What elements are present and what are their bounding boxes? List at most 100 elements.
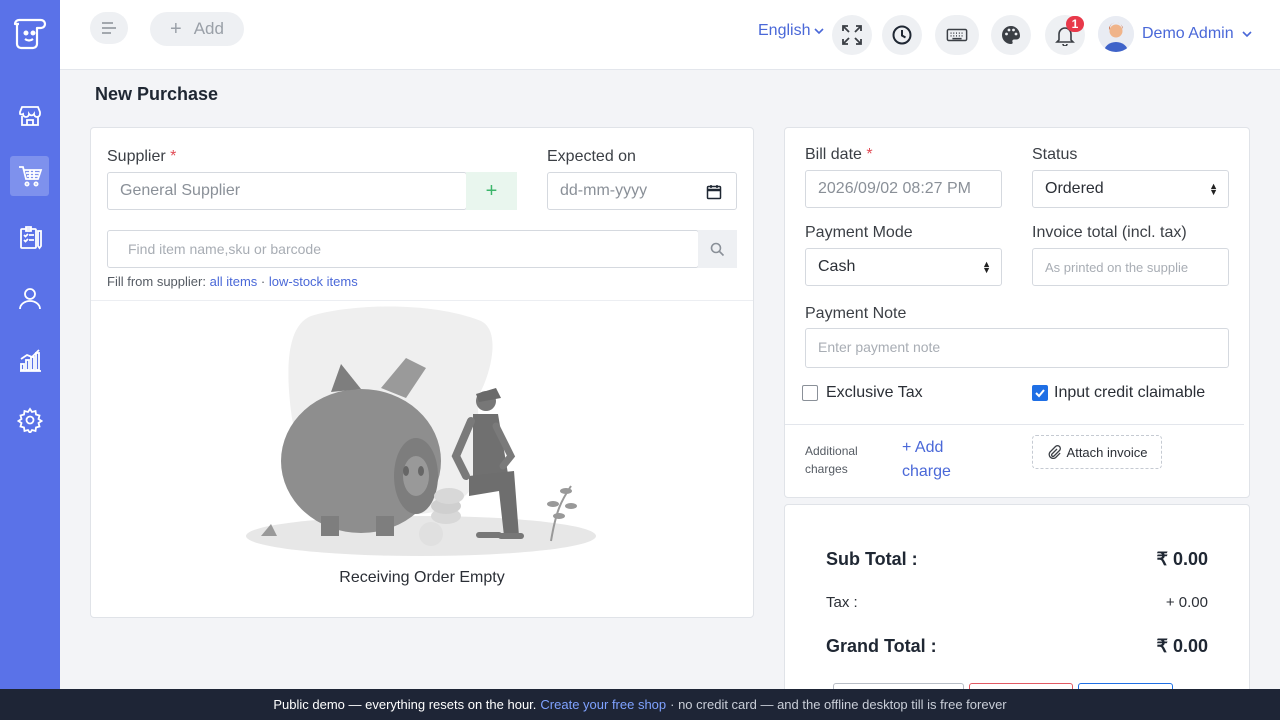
bill-date-label: Bill date * [805,146,873,164]
add-charge-button[interactable]: + Add charge [902,436,982,484]
payment-note-textarea[interactable]: Enter payment note [805,328,1229,368]
bill-details-card: Bill date * 2026/09/02 08:27 PM Status O… [784,127,1250,498]
fill-from-supplier: Fill from supplier: all items · low-stoc… [107,274,358,289]
theme-button[interactable] [991,15,1031,55]
empty-state-text: Receiving Order Empty [339,569,505,586]
sub-total-row: Sub Total : ₹ 0.00 [826,549,1208,570]
payment-mode-value: Cash [818,258,856,275]
expected-on-label: Expected on [547,148,636,165]
banner-text: Public demo — everything resets on the h… [273,697,537,712]
grand-total-row: Grand Total : ₹ 0.00 [826,636,1208,657]
tax-value: + 0.00 [1165,594,1208,611]
user-name: Demo Admin [1142,25,1234,42]
exclusive-tax-label: Exclusive Tax [826,384,923,401]
paperclip-icon [1048,445,1061,459]
bill-date-label-text: Bill date [805,146,862,163]
app-logo[interactable] [11,14,49,50]
required-mark: * [866,146,873,163]
item-search-input[interactable]: Find item name,sku or barcode [107,230,699,268]
receiving-order-card: Supplier * General Supplier + Expected o… [90,127,754,618]
sidebar [0,0,60,720]
quick-add-button[interactable]: + Add [150,12,244,46]
quick-add-label: Add [193,19,224,38]
invoice-total-placeholder: As printed on the supplie [1045,259,1189,275]
invoice-total-input[interactable]: As printed on the supplie [1032,248,1229,286]
notification-badge: 1 [1066,16,1084,32]
attach-invoice-button[interactable]: Attach invoice [1032,435,1162,469]
gear-icon [16,407,43,433]
fill-prefix: Fill from supplier: [107,274,206,289]
chevron-down-icon [814,28,825,35]
payment-note-label: Payment Note [805,305,907,322]
payment-note-placeholder: Enter payment note [818,339,941,355]
empty-piggy-bank-illustration [246,306,596,556]
clipboard-icon [19,226,42,250]
language-label: English [758,22,811,39]
menu-toggle-button[interactable] [90,12,128,44]
sidebar-item-purchase[interactable] [10,156,49,196]
payment-mode-label: Payment Mode [805,224,913,241]
chevron-down-icon [1242,31,1252,38]
input-credit-label: Input credit claimable [1054,384,1206,401]
exclusive-tax-checkbox[interactable]: Exclusive Tax [802,384,923,402]
divider [785,424,1244,425]
top-header: + Add English 1 Demo Admin [60,0,1280,70]
notifications-button[interactable]: 1 [1045,15,1085,55]
store-icon [18,106,41,126]
invoice-total-label: Invoice total (incl. tax) [1032,224,1187,241]
fullscreen-button[interactable] [832,15,872,55]
sidebar-item-store[interactable] [10,96,49,136]
keyboard-icon [946,28,968,42]
language-selector[interactable]: English [758,22,825,40]
palette-icon [1002,26,1020,44]
plus-icon: + [170,18,182,40]
expected-date-field[interactable]: dd-mm-yyyy [547,172,737,210]
grand-total-value: ₹ 0.00 [1156,636,1209,656]
select-arrows-icon: ▲ ▼ [1209,181,1218,197]
sub-total-label: Sub Total : [826,549,918,569]
fill-all-items-link[interactable]: all items [210,274,258,289]
input-credit-checkbox[interactable]: Input credit claimable [1032,384,1205,402]
analytics-icon [19,349,41,372]
divider [91,300,753,301]
supplier-field[interactable]: General Supplier [107,172,467,210]
payment-mode-select[interactable]: Cash ▲ ▼ [805,248,1002,286]
demo-banner: Public demo — everything resets on the h… [0,689,1280,720]
sidebar-item-orders[interactable] [10,218,49,258]
create-shop-link[interactable]: Create your free shop [540,697,666,712]
fill-low-stock-link[interactable]: low-stock items [269,274,358,289]
user-menu[interactable]: Demo Admin [1098,16,1252,52]
clock-icon [892,25,912,45]
checkbox-checked[interactable] [1032,385,1048,401]
checkbox-unchecked[interactable] [802,385,818,401]
item-search-placeholder: Find item name,sku or barcode [128,241,321,257]
supplier-value: General Supplier [120,182,241,199]
item-search-button[interactable] [698,230,737,268]
fill-separator: · [260,274,266,289]
sidebar-item-customers[interactable] [10,278,49,318]
keyboard-shortcuts-button[interactable] [935,15,979,55]
tax-label: Tax : [826,594,858,611]
supplier-label: Supplier * [107,148,176,166]
sidebar-item-settings[interactable] [10,400,49,440]
status-value: Ordered [1045,180,1104,197]
select-arrows-icon: ▲ ▼ [982,259,991,275]
search-icon [710,242,725,256]
avatar [1098,16,1134,52]
tax-row: Tax : + 0.00 [826,594,1208,611]
supplier-label-text: Supplier [107,148,166,165]
cart-icon [18,166,42,187]
sidebar-item-reports[interactable] [10,340,49,380]
calendar-icon[interactable] [706,184,722,200]
required-mark: * [170,148,177,165]
page-title: New Purchase [95,84,219,104]
banner-subtext: · no credit card — and the offline deskt… [670,697,1007,712]
totals-card: Sub Total : ₹ 0.00 Tax : + 0.00 Grand To… [784,504,1250,720]
bill-date-field[interactable]: 2026/09/02 08:27 PM [805,170,1002,208]
history-button[interactable] [882,15,922,55]
status-select[interactable]: Ordered ▲ ▼ [1032,170,1229,208]
fullscreen-icon [842,25,862,45]
check-icon [1035,389,1045,398]
bill-date-value: 2026/09/02 08:27 PM [818,180,972,197]
add-supplier-button[interactable]: + [466,172,517,210]
